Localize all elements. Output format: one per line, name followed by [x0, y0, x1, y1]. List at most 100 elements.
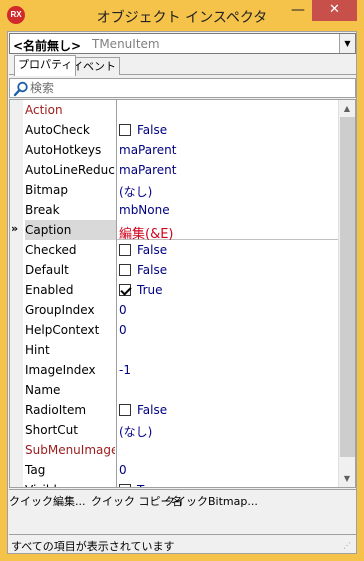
- minimize-button[interactable]: —: [285, 0, 311, 22]
- property-name[interactable]: AutoLineReduction: [25, 163, 115, 177]
- chevron-down-icon[interactable]: ▼: [339, 34, 355, 53]
- search-icon: [13, 81, 28, 97]
- property-row[interactable]: Visible True: [10, 480, 340, 487]
- property-value[interactable]: True: [119, 283, 337, 297]
- property-value-text: False: [137, 403, 168, 417]
- checkbox-checked-icon[interactable]: [119, 284, 131, 296]
- property-value-text: mbNone: [119, 203, 170, 217]
- property-row[interactable]: Default False: [10, 260, 340, 280]
- checkbox-unchecked-icon[interactable]: [119, 264, 131, 276]
- property-name[interactable]: Visible: [25, 483, 115, 487]
- property-value-text: False: [137, 123, 168, 137]
- property-value[interactable]: (なし): [119, 183, 337, 200]
- property-row[interactable]: Bitmap (なし): [10, 180, 340, 200]
- resize-grip-icon[interactable]: ⋰: [343, 541, 353, 551]
- checkbox-checked-icon[interactable]: [119, 484, 131, 487]
- property-value[interactable]: 0: [119, 323, 337, 337]
- quick-actions-panel: クイック編集... クイック コピー名 クイックBitmap...: [9, 489, 356, 533]
- property-row[interactable]: AutoCheck False: [10, 120, 340, 140]
- vertical-scrollbar[interactable]: ▲ ▼: [338, 100, 355, 487]
- property-name[interactable]: AutoCheck: [25, 123, 115, 137]
- property-name[interactable]: Caption: [25, 220, 116, 240]
- tab-properties[interactable]: プロパティ: [14, 55, 77, 76]
- property-value-text: False: [137, 263, 168, 277]
- title-bar[interactable]: RX オブジェクト インスペクタ — ✕: [0, 0, 364, 32]
- property-value[interactable]: False: [119, 263, 337, 277]
- property-row[interactable]: AutoLineReduction maParent: [10, 160, 340, 180]
- property-value[interactable]: False: [119, 123, 337, 137]
- property-value-text: maParent: [119, 143, 177, 157]
- search-input[interactable]: [30, 80, 350, 96]
- property-row[interactable]: Tag 0: [10, 460, 340, 480]
- object-name: <名前無し>: [13, 39, 82, 53]
- property-name[interactable]: Checked: [25, 243, 115, 257]
- property-row[interactable]: AutoHotkeys maParent: [10, 140, 340, 160]
- property-value-text: True: [137, 283, 163, 297]
- status-bar: すべての項目が表示されています ⋰: [9, 534, 356, 553]
- checkbox-unchecked-icon[interactable]: [119, 404, 131, 416]
- property-name[interactable]: SubMenuImages: [25, 443, 115, 457]
- property-name[interactable]: Bitmap: [25, 183, 115, 197]
- object-type: TMenuItem: [92, 37, 160, 51]
- property-value-text: (なし): [119, 185, 153, 199]
- search-bar: [9, 78, 356, 98]
- object-selector-combo[interactable]: <名前無し> TMenuItem ▼: [9, 33, 356, 54]
- property-value[interactable]: (なし): [119, 423, 337, 440]
- inspector-client-area: <名前無し> TMenuItem ▼ プロパティ イベント Action Auto…: [7, 31, 357, 554]
- property-value[interactable]: 0: [119, 303, 337, 317]
- property-name[interactable]: Hint: [25, 343, 115, 357]
- selected-row-marker-icon: »: [11, 222, 19, 235]
- property-value[interactable]: maParent: [119, 163, 337, 177]
- property-value[interactable]: False: [119, 243, 337, 257]
- property-row[interactable]: Name: [10, 380, 340, 400]
- property-row[interactable]: Hint: [10, 340, 340, 360]
- property-value[interactable]: mbNone: [119, 203, 337, 217]
- tab-bar: プロパティ イベント: [9, 55, 356, 76]
- property-name[interactable]: RadioItem: [25, 403, 115, 417]
- object-inspector-window: RX オブジェクト インスペクタ — ✕ <名前無し> TMenuItem ▼ …: [0, 0, 364, 561]
- property-name[interactable]: GroupIndex: [25, 303, 115, 317]
- property-value[interactable]: False: [119, 403, 337, 417]
- property-value[interactable]: maParent: [119, 143, 337, 157]
- property-row[interactable]: ImageIndex -1: [10, 360, 340, 380]
- property-name[interactable]: Action: [25, 103, 115, 117]
- property-row[interactable]: GroupIndex 0: [10, 300, 340, 320]
- property-value-text: 0: [119, 463, 127, 477]
- property-name[interactable]: AutoHotkeys: [25, 143, 115, 157]
- status-text: すべての項目が表示されています: [11, 540, 175, 553]
- scroll-up-arrow-icon[interactable]: ▲: [339, 100, 355, 117]
- property-value[interactable]: 0: [119, 463, 337, 477]
- property-row[interactable]: ShortCut (なし): [10, 420, 340, 440]
- property-value[interactable]: True: [119, 483, 337, 487]
- property-value-text: -1: [119, 363, 131, 377]
- property-value-text: True: [137, 483, 163, 487]
- property-row[interactable]: Enabled True: [10, 280, 340, 300]
- quick-bitmap-link[interactable]: クイックBitmap...: [164, 493, 258, 509]
- property-name[interactable]: ShortCut: [25, 423, 115, 437]
- property-row[interactable]: Action: [10, 100, 340, 120]
- property-row[interactable]: » Caption 編集(&E): [10, 220, 340, 242]
- property-row[interactable]: SubMenuImages: [10, 440, 340, 460]
- property-name[interactable]: ImageIndex: [25, 363, 115, 377]
- quick-edit-link[interactable]: クイック編集...: [9, 493, 86, 509]
- property-value[interactable]: -1: [119, 363, 337, 377]
- property-value-text: False: [137, 243, 168, 257]
- property-row[interactable]: Checked False: [10, 240, 340, 260]
- scroll-down-arrow-icon[interactable]: ▼: [339, 470, 355, 487]
- property-grid: Action AutoCheck False AutoHotkeys maParent A…: [9, 99, 356, 488]
- property-row[interactable]: RadioItem False: [10, 400, 340, 420]
- property-name[interactable]: Name: [25, 383, 115, 397]
- scroll-thumb[interactable]: [340, 117, 355, 457]
- property-row[interactable]: Break mbNone: [10, 200, 340, 220]
- property-name[interactable]: HelpContext: [25, 323, 115, 337]
- property-name[interactable]: Default: [25, 263, 115, 277]
- property-value-text: 0: [119, 323, 127, 337]
- checkbox-unchecked-icon[interactable]: [119, 244, 131, 256]
- close-button[interactable]: ✕: [312, 0, 357, 21]
- property-name[interactable]: Tag: [25, 463, 115, 477]
- checkbox-unchecked-icon[interactable]: [119, 124, 131, 136]
- property-row[interactable]: HelpContext 0: [10, 320, 340, 340]
- property-value-text: maParent: [119, 163, 177, 177]
- property-name[interactable]: Break: [25, 203, 115, 217]
- property-name[interactable]: Enabled: [25, 283, 115, 297]
